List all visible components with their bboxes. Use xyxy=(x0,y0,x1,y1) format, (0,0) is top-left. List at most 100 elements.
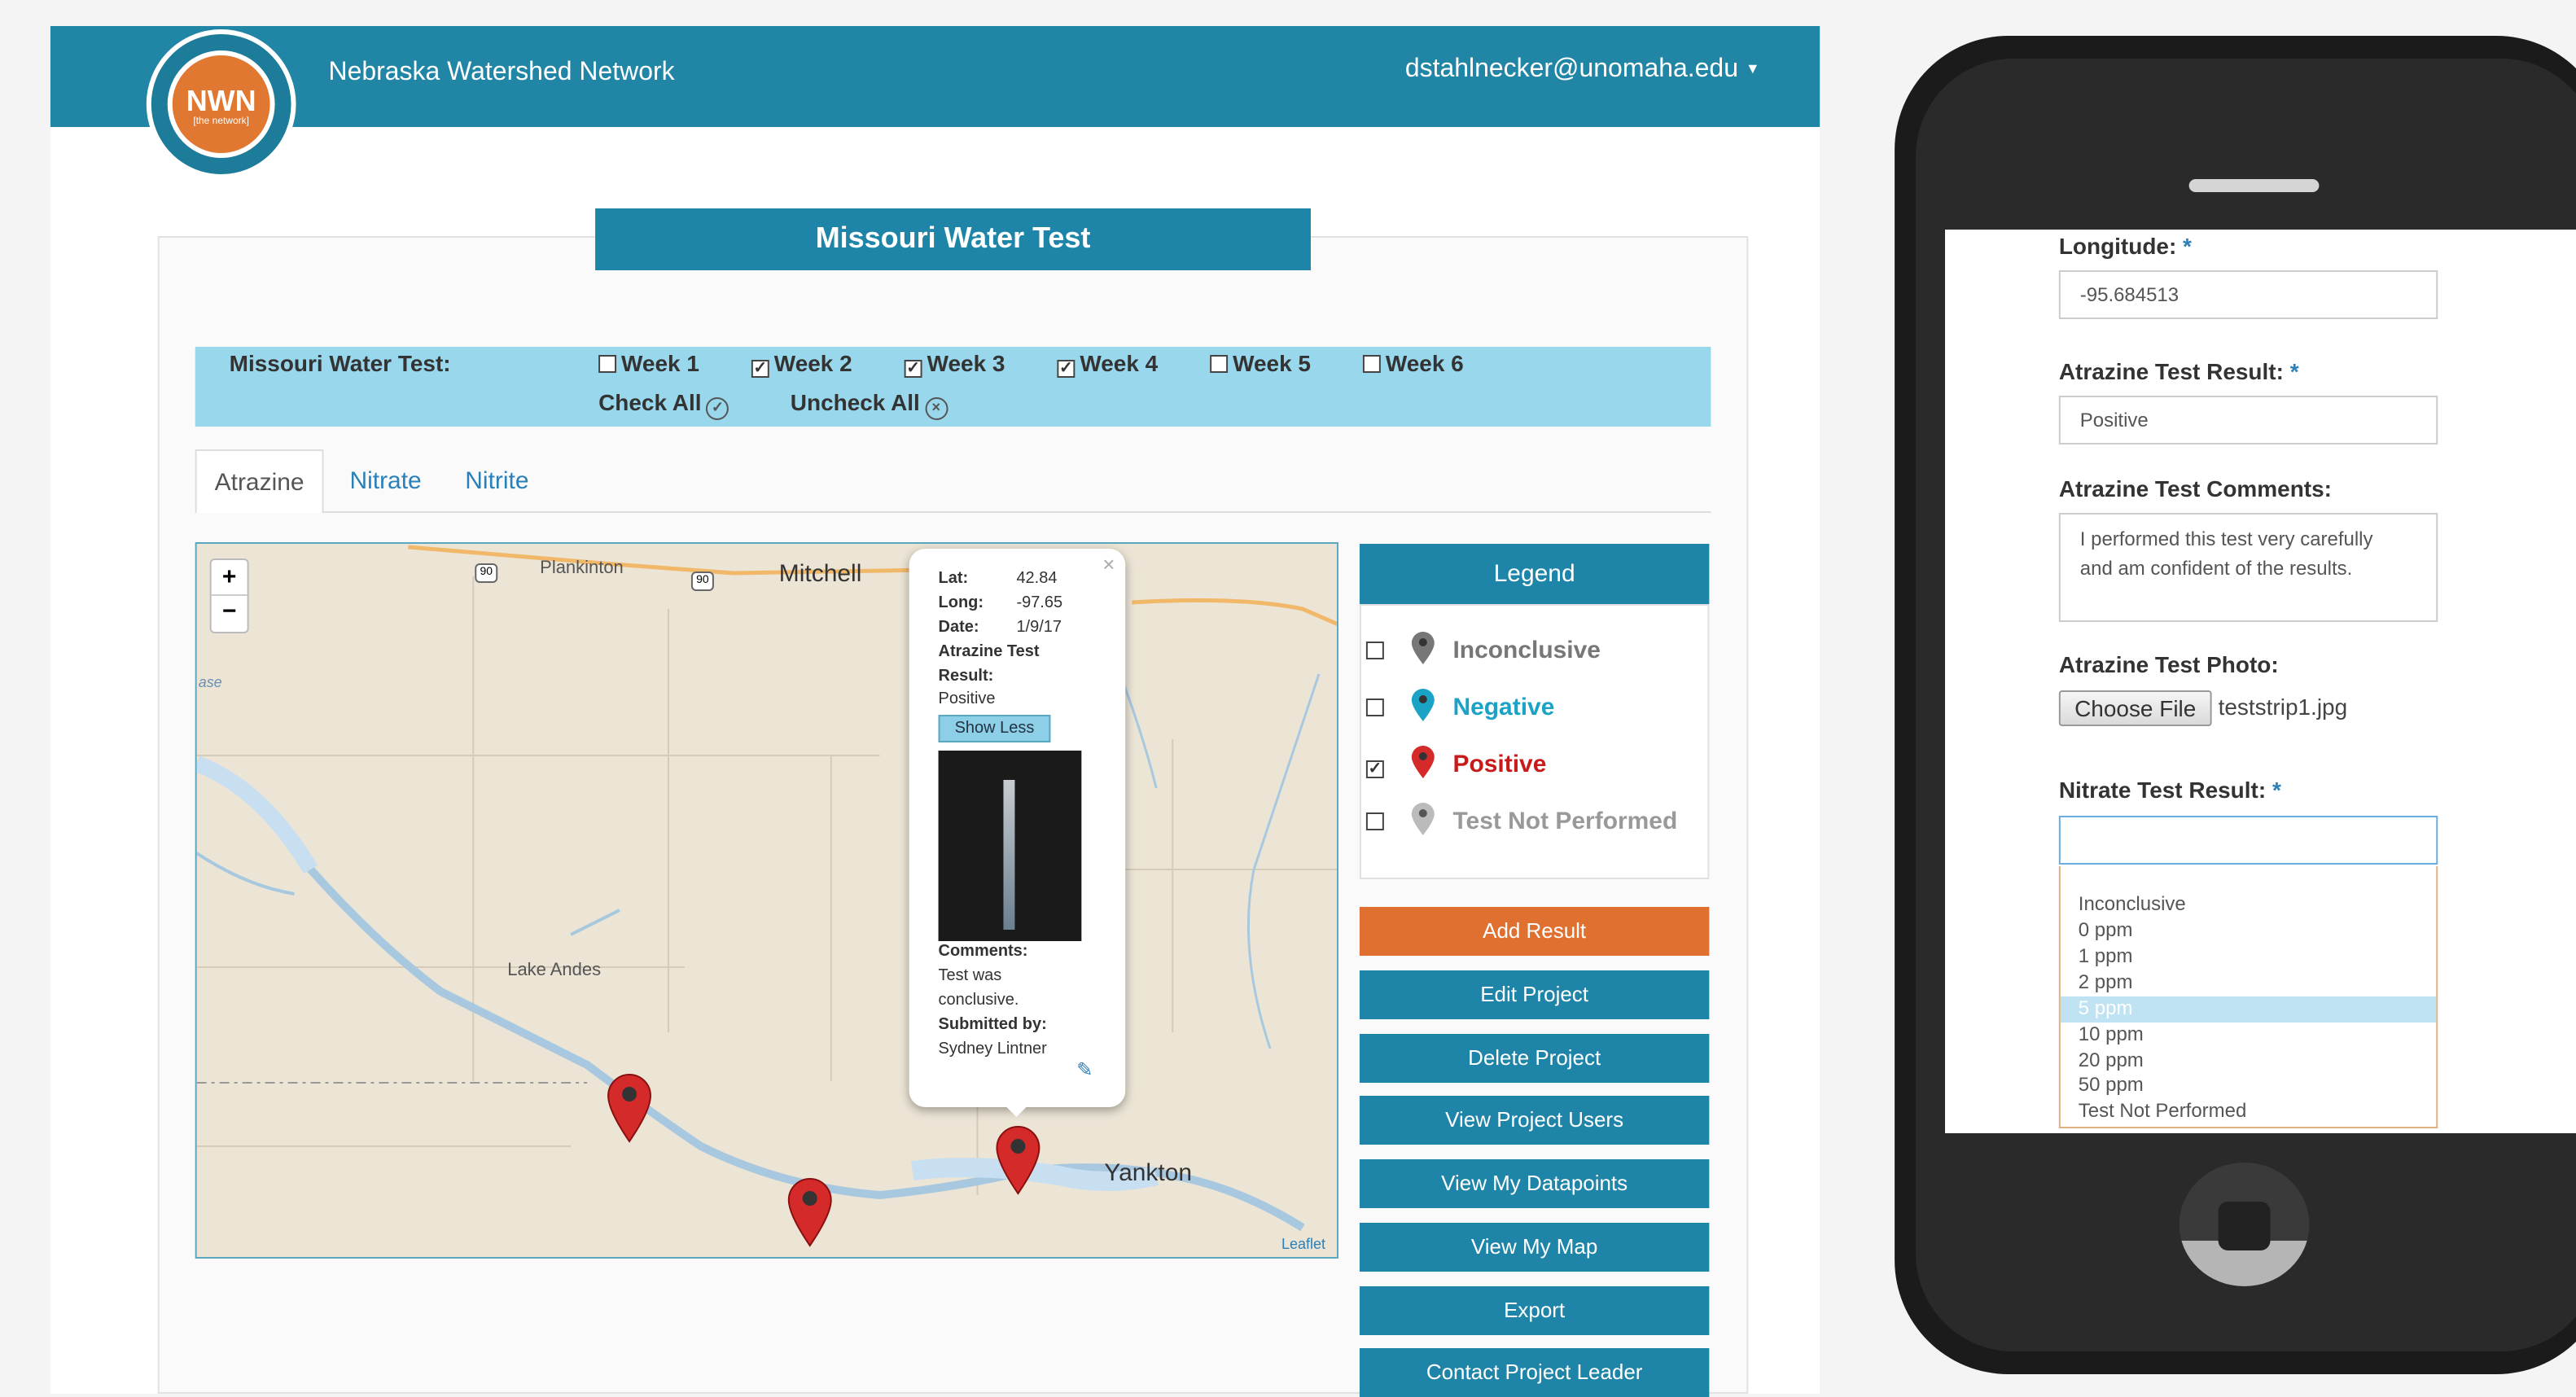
check-all-button[interactable]: Check All ✓ xyxy=(598,389,729,420)
week-5-checkbox[interactable]: Week 5 xyxy=(1210,350,1311,376)
leaflet-attribution[interactable]: Leaflet xyxy=(1281,1236,1325,1252)
map-edge-label: ase xyxy=(198,674,222,690)
atrazine-comments-textarea[interactable]: I performed this test very carefully and… xyxy=(2058,513,2438,622)
checkbox-icon[interactable] xyxy=(1365,642,1384,659)
checkbox-checked-icon: ✓ xyxy=(751,360,769,378)
legend-item-inconclusive[interactable]: Inconclusive xyxy=(1365,630,1601,666)
view-project-users-button[interactable]: View Project Users xyxy=(1359,1096,1710,1145)
popup-comments-label: Comments: xyxy=(938,943,1028,961)
week-6-checkbox[interactable]: Week 6 xyxy=(1362,350,1464,376)
legend-item-not-performed[interactable]: Test Not Performed xyxy=(1365,801,1677,837)
week-filter-label: Missouri Water Test: xyxy=(229,350,451,376)
dropdown-option[interactable]: Test Not Performed xyxy=(2079,1099,2246,1122)
checkbox-icon xyxy=(1210,355,1229,373)
dropdown-option-selected[interactable]: 5 ppm xyxy=(2079,996,2133,1019)
checkbox-checked-icon: ✓ xyxy=(904,360,922,378)
map-marker-positive[interactable] xyxy=(786,1176,835,1247)
tab-atrazine[interactable]: Atrazine xyxy=(195,449,324,513)
map-marker-positive-selected[interactable] xyxy=(993,1123,1042,1195)
checkbox-checked-icon[interactable]: ✓ xyxy=(1365,760,1384,778)
dropdown-option[interactable]: 2 ppm xyxy=(2079,970,2133,993)
logo-subtext: [the network] xyxy=(193,117,249,127)
atrazine-result-select[interactable]: Positive xyxy=(2058,396,2438,444)
longitude-label: Longitude: * xyxy=(2058,233,2192,259)
week-4-checkbox[interactable]: ✓ Week 4 xyxy=(1057,350,1158,378)
choose-file-button[interactable]: Choose File xyxy=(2058,690,2212,726)
logo-badge: NWN [the network] xyxy=(167,50,275,158)
uncheck-all-button[interactable]: Uncheck All × xyxy=(791,389,948,420)
marker-popup: × Lat: 42.84 Long: -97.65 Date: 1/9/17 A… xyxy=(909,549,1126,1117)
view-my-map-button[interactable]: View My Map xyxy=(1359,1223,1710,1272)
nwn-logo[interactable]: NWN [the network] xyxy=(146,29,296,179)
interstate-shield-icon: 90 xyxy=(475,563,498,583)
gray-marker-icon xyxy=(1412,632,1435,664)
week-1-checkbox[interactable]: Week 1 xyxy=(598,350,699,376)
popup-lat-label: Lat: xyxy=(938,570,969,588)
legend-item-negative[interactable]: Negative xyxy=(1365,687,1554,723)
show-less-button[interactable]: Show Less xyxy=(938,715,1051,742)
check-circle-icon: ✓ xyxy=(706,397,729,420)
map-label-mitchell: Mitchell xyxy=(778,560,862,588)
popup-long-label: Long: xyxy=(938,594,984,612)
dropdown-option[interactable]: Inconclusive xyxy=(2079,892,2186,915)
user-email: dstahlnecker@unomaha.edu xyxy=(1404,55,1738,83)
week-filter-bar: Missouri Water Test: Week 1 ✓ Week 2 ✓ Wee… xyxy=(195,347,1711,427)
zoom-in-button[interactable]: + xyxy=(211,560,248,596)
popup-tip xyxy=(1001,1102,1032,1117)
popup-comments-line2: conclusive. xyxy=(938,992,1019,1009)
dropdown-option[interactable]: 50 ppm xyxy=(2079,1073,2144,1096)
popup-comments-line1: Test was xyxy=(938,967,1002,985)
contact-project-leader-button[interactable]: Contact Project Leader xyxy=(1359,1348,1710,1397)
logo-text: NWN xyxy=(186,85,256,117)
tab-nitrite[interactable]: Nitrite xyxy=(442,449,551,513)
test-strip-photo[interactable] xyxy=(938,751,1082,941)
popup-submitted-value: Sydney Lintner xyxy=(938,1040,1047,1058)
dropdown-option[interactable]: 10 ppm xyxy=(2079,1023,2144,1045)
popup-lat-value: 42.84 xyxy=(1016,570,1058,588)
popup-date-label: Date: xyxy=(938,619,979,637)
edit-project-button[interactable]: Edit Project xyxy=(1359,970,1710,1019)
view-my-datapoints-button[interactable]: View My Datapoints xyxy=(1359,1159,1710,1208)
dropdown-option[interactable]: 20 ppm xyxy=(2079,1049,2144,1071)
delete-project-button[interactable]: Delete Project xyxy=(1359,1034,1710,1083)
results-map[interactable]: 90 90 Plankinton Mitchell Lake Andes Yan… xyxy=(195,542,1338,1259)
week-3-checkbox[interactable]: ✓ Week 3 xyxy=(904,350,1005,378)
brand-name[interactable]: Nebraska Watershed Network xyxy=(328,59,674,88)
map-label-yankton: Yankton xyxy=(1104,1159,1193,1187)
dropdown-option[interactable]: 0 ppm xyxy=(2079,918,2133,941)
tab-nitrate[interactable]: Nitrate xyxy=(326,449,444,513)
red-marker-icon xyxy=(1412,746,1435,778)
checkbox-icon[interactable] xyxy=(1365,812,1384,830)
map-label-lake-andes: Lake Andes xyxy=(507,961,602,980)
popup-close-icon[interactable]: × xyxy=(1102,552,1115,576)
map-tiles xyxy=(196,544,1337,1257)
map-marker-positive[interactable] xyxy=(605,1071,654,1143)
selected-file-name: teststrip1.jpg xyxy=(2218,694,2348,720)
user-menu[interactable]: dstahlnecker@unomaha.edu ▼ xyxy=(1405,55,1760,85)
atrazine-comments-label: Atrazine Test Comments: xyxy=(2058,475,2332,501)
longitude-field[interactable]: -95.684513 xyxy=(2058,270,2438,319)
light-gray-marker-icon xyxy=(1412,803,1435,835)
phone-speaker xyxy=(2188,179,2320,192)
week-2-checkbox[interactable]: ✓ Week 2 xyxy=(751,350,852,378)
caret-down-icon: ▼ xyxy=(1745,60,1760,77)
checkbox-icon[interactable] xyxy=(1365,698,1384,716)
export-button[interactable]: Export xyxy=(1359,1286,1710,1335)
blue-marker-icon xyxy=(1412,689,1435,721)
map-label-plankinton: Plankinton xyxy=(540,558,624,578)
nitrate-result-label: Nitrate Test Result: * xyxy=(2058,777,2281,803)
popup-long-value: -97.65 xyxy=(1016,594,1063,612)
dropdown-option[interactable]: 1 ppm xyxy=(2079,944,2133,967)
zoom-control: + − xyxy=(209,558,249,633)
legend-item-positive[interactable]: ✓ Positive xyxy=(1365,744,1546,780)
phone-home-button[interactable] xyxy=(2179,1163,2310,1286)
nitrate-result-select[interactable] xyxy=(2058,816,2438,865)
popup-result-label: Atrazine Test xyxy=(938,643,1040,661)
popup-result-value: Positive xyxy=(938,690,996,708)
atrazine-result-label: Atrazine Test Result: * xyxy=(2058,358,2299,384)
add-result-button[interactable]: Add Result xyxy=(1359,907,1710,956)
zoom-out-button[interactable]: − xyxy=(212,596,248,632)
edit-pencil-icon[interactable]: ✎ xyxy=(1076,1058,1093,1081)
legend-title: Legend xyxy=(1359,544,1710,604)
popup-date-value: 1/9/17 xyxy=(1016,619,1062,637)
